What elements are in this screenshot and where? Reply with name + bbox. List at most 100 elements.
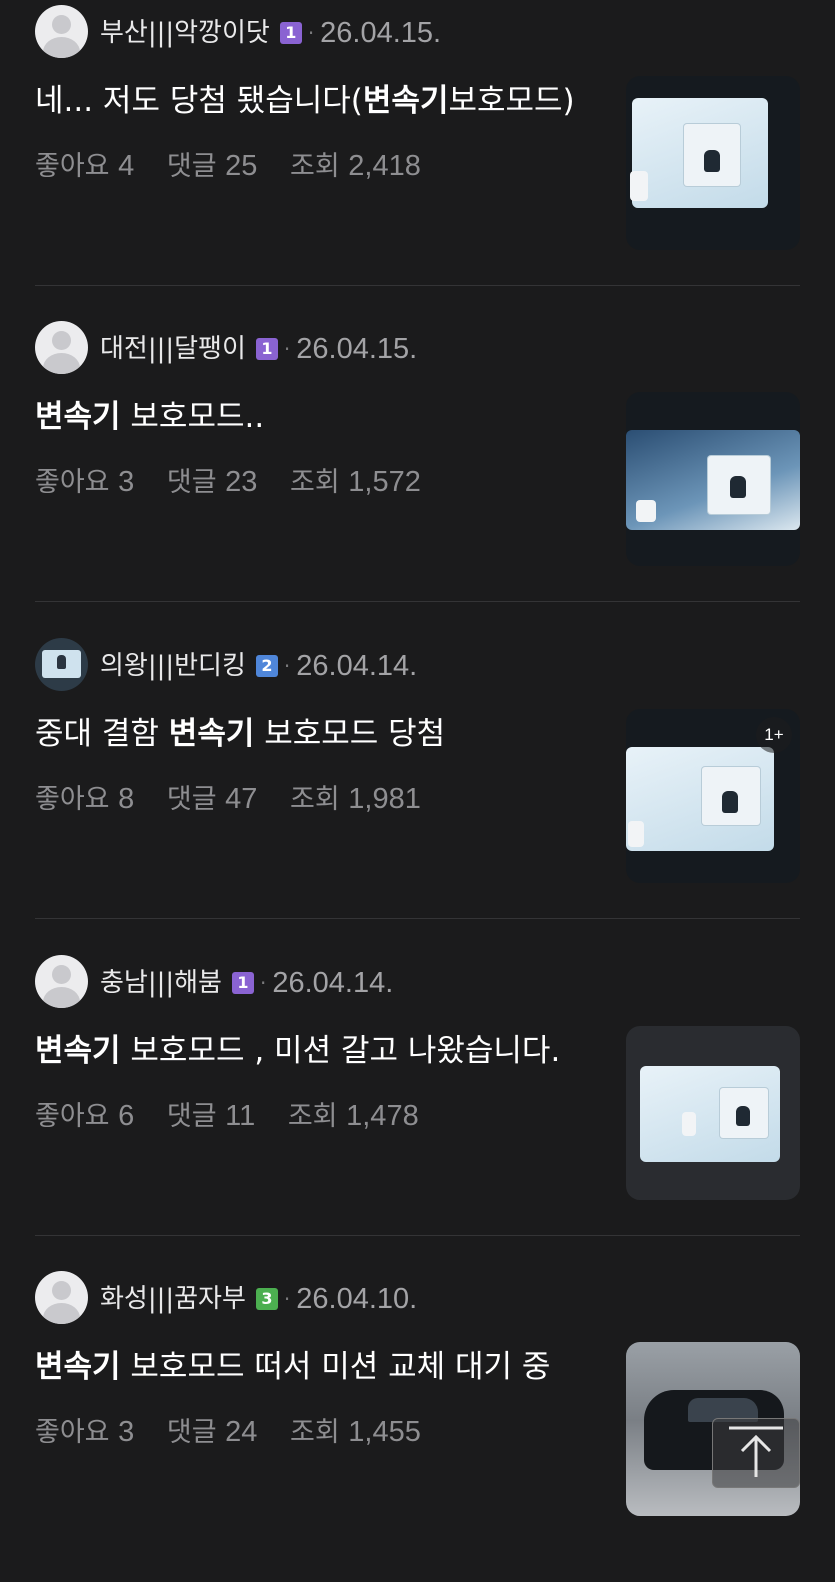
author-name[interactable]: 부산|||악깡이닷 bbox=[100, 13, 270, 53]
views-label: 조회 bbox=[290, 1417, 340, 1448]
likes-label: 좋아요 bbox=[35, 784, 110, 815]
title-text: 네... 저도 당첨 됐습니다( bbox=[35, 83, 363, 119]
comments-value: 47 bbox=[225, 783, 258, 815]
comments-value: 25 bbox=[225, 150, 258, 182]
views-value: 2,418 bbox=[348, 150, 421, 182]
separator-dot: · bbox=[283, 1287, 291, 1311]
likes-count: 좋아요 4 bbox=[35, 150, 134, 182]
views-count: 조회 1,572 bbox=[290, 466, 421, 498]
title-highlight: 변속기 bbox=[35, 1349, 121, 1385]
post-title[interactable]: 변속기 보호모드.. bbox=[35, 392, 610, 442]
comments-value: 11 bbox=[225, 1100, 256, 1132]
separator-dot: · bbox=[283, 337, 291, 361]
post-stats: 좋아요 4 댓글 25 조회 2,418 bbox=[35, 144, 445, 189]
post-item[interactable]: 화성|||꿈자부 3 · 26.04.10. 변속기 보호모드 떠서 미션 교체… bbox=[0, 1266, 835, 1582]
likes-count: 좋아요 3 bbox=[35, 466, 135, 498]
views-label: 조회 bbox=[290, 151, 340, 182]
post-title[interactable]: 변속기 보호모드 , 미션 갈고 나왔습니다. bbox=[35, 1026, 610, 1076]
post-date: 26.04.14. bbox=[272, 967, 394, 999]
views-count: 조회 1,478 bbox=[288, 1100, 419, 1132]
avatar[interactable] bbox=[35, 5, 88, 58]
author-row: 화성|||꿈자부 3 · 26.04.10. bbox=[100, 1279, 417, 1319]
views-label: 조회 bbox=[290, 467, 340, 498]
views-value: 1,572 bbox=[348, 466, 421, 498]
divider bbox=[35, 918, 800, 919]
post-thumbnail[interactable] bbox=[626, 392, 800, 566]
avatar-head bbox=[52, 1281, 71, 1300]
level-badge: 3 bbox=[255, 1288, 278, 1310]
separator-dot: · bbox=[307, 21, 315, 45]
author-row: 의왕|||반디킹 2 · 26.04.14. bbox=[100, 646, 417, 686]
avatar-head bbox=[52, 15, 71, 34]
post-item[interactable]: 의왕|||반디킹 2 · 26.04.14. 중대 결함 변속기 보호모드 당첨… bbox=[0, 633, 835, 949]
avatar-photo-figure bbox=[57, 655, 66, 669]
post-date: 26.04.15. bbox=[320, 17, 442, 49]
comments-label: 댓글 bbox=[166, 151, 217, 182]
avatar-head bbox=[52, 965, 71, 984]
comments-value: 24 bbox=[225, 1416, 258, 1448]
views-value: 1,455 bbox=[348, 1416, 421, 1448]
likes-count: 좋아요 3 bbox=[35, 1416, 135, 1448]
arrow-up-icon bbox=[729, 1426, 783, 1477]
views-value: 1,478 bbox=[346, 1100, 419, 1132]
thumbnail-person bbox=[736, 1106, 750, 1126]
avatar[interactable] bbox=[35, 321, 88, 374]
likes-value: 8 bbox=[118, 783, 135, 815]
thumbnail-person bbox=[722, 791, 738, 813]
post-thumbnail[interactable] bbox=[626, 76, 800, 250]
post-date: 26.04.10. bbox=[296, 1283, 418, 1315]
post-date: 26.04.14. bbox=[296, 650, 418, 682]
title-text: 보호모드 떠서 미션 교체 대기 중 bbox=[120, 1349, 551, 1385]
title-text: 중대 결함 bbox=[35, 716, 169, 752]
author-row: 대전|||달팽이 1 · 26.04.15. bbox=[100, 329, 417, 369]
post-title[interactable]: 변속기 보호모드 떠서 미션 교체 대기 중 bbox=[35, 1342, 610, 1392]
title-highlight: 변속기 bbox=[35, 1033, 121, 1069]
views-value: 1,981 bbox=[348, 783, 421, 815]
views-label: 조회 bbox=[290, 784, 340, 815]
likes-value: 6 bbox=[118, 1100, 135, 1132]
avatar-body bbox=[43, 353, 80, 374]
title-text: 보호모드.. bbox=[120, 399, 265, 435]
post-thumbnail[interactable]: 1+ bbox=[626, 709, 800, 883]
avatar[interactable] bbox=[35, 1271, 88, 1324]
avatar-head bbox=[52, 331, 71, 350]
post-item[interactable]: 대전|||달팽이 1 · 26.04.15. 변속기 보호모드.. 좋아요 3 … bbox=[0, 316, 835, 632]
title-highlight: 변속기 bbox=[35, 399, 121, 435]
post-title[interactable]: 네... 저도 당첨 됐습니다(변속기보호모드) bbox=[35, 76, 610, 126]
divider bbox=[35, 601, 800, 602]
comments-count: 댓글 47 bbox=[166, 783, 258, 815]
post-stats: 좋아요 3 댓글 24 조회 1,455 bbox=[35, 1410, 445, 1455]
comments-count: 댓글 25 bbox=[166, 150, 258, 182]
author-name[interactable]: 화성|||꿈자부 bbox=[100, 1279, 246, 1319]
likes-count: 좋아요 8 bbox=[35, 783, 135, 815]
thumbnail-person bbox=[704, 150, 720, 172]
avatar-body bbox=[43, 987, 80, 1008]
title-highlight: 변속기 bbox=[168, 716, 255, 752]
avatar[interactable] bbox=[35, 955, 88, 1008]
views-count: 조회 1,455 bbox=[290, 1416, 421, 1448]
avatar[interactable] bbox=[35, 638, 88, 691]
likes-value: 3 bbox=[118, 466, 135, 498]
likes-value: 3 bbox=[118, 1416, 135, 1448]
post-title[interactable]: 중대 결함 변속기 보호모드 당첨 bbox=[35, 709, 610, 759]
comments-label: 댓글 bbox=[166, 1417, 217, 1448]
post-thumbnail[interactable] bbox=[626, 1026, 800, 1200]
comments-count: 댓글 11 bbox=[167, 1100, 256, 1132]
thumbnail-car bbox=[630, 171, 648, 201]
post-item[interactable]: 부산|||악깡이닷 1 · 26.04.15. 네... 저도 당첨 됐습니다(… bbox=[0, 0, 835, 316]
post-date: 26.04.15. bbox=[296, 333, 418, 365]
post-stats: 좋아요 8 댓글 47 조회 1,981 bbox=[35, 777, 445, 822]
post-stats: 좋아요 3 댓글 23 조회 1,572 bbox=[35, 460, 445, 505]
thumbnail-car bbox=[682, 1112, 696, 1136]
views-count: 조회 2,418 bbox=[290, 150, 421, 182]
post-item[interactable]: 충남|||해붐 1 · 26.04.14. 변속기 보호모드 , 미션 갈고 나… bbox=[0, 950, 835, 1266]
likes-count: 좋아요 6 bbox=[35, 1100, 135, 1132]
level-badge: 1 bbox=[279, 22, 302, 44]
comments-label: 댓글 bbox=[166, 784, 217, 815]
author-name[interactable]: 대전|||달팽이 bbox=[100, 329, 246, 369]
author-name[interactable]: 충남|||해붐 bbox=[100, 963, 222, 1003]
scroll-to-top-button[interactable] bbox=[712, 1418, 800, 1488]
likes-label: 좋아요 bbox=[35, 151, 110, 182]
separator-dot: · bbox=[259, 971, 267, 995]
author-name[interactable]: 의왕|||반디킹 bbox=[100, 646, 246, 686]
